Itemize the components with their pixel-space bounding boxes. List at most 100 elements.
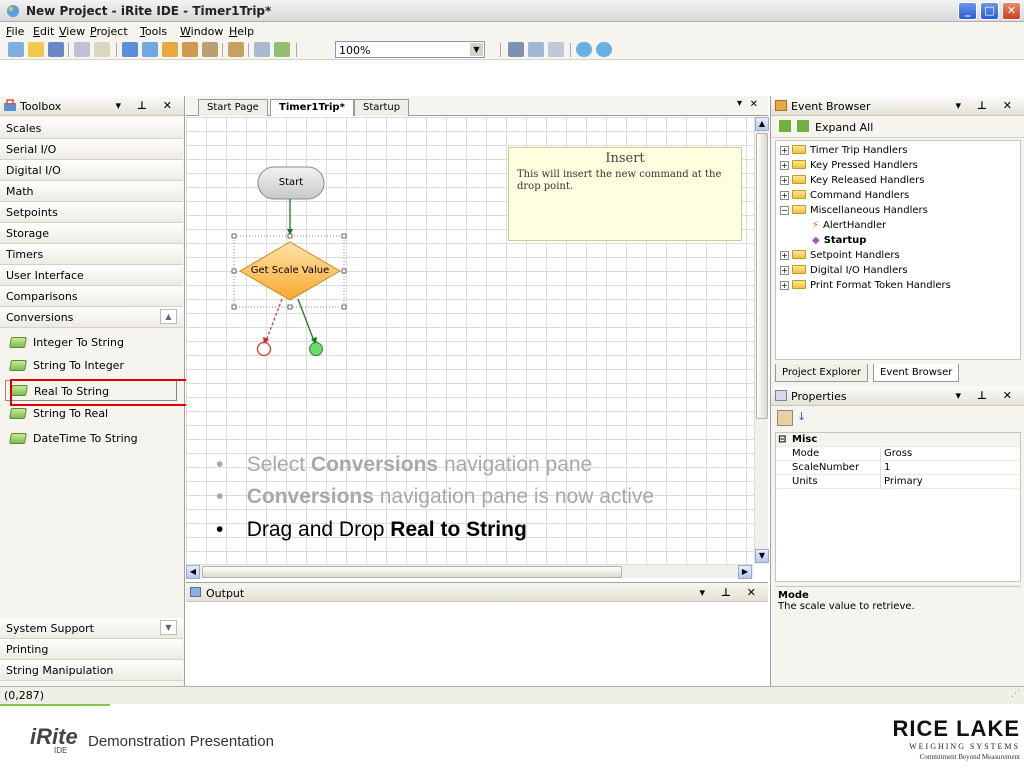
category-comparisons[interactable]: Comparisons <box>0 286 183 307</box>
tree-node-key-released[interactable]: + Key Released Handlers <box>780 175 925 187</box>
maximize-button[interactable]: □ <box>980 2 999 20</box>
tree-node-timer-trip[interactable]: + Timer Trip Handlers <box>780 145 907 157</box>
document-close-icon[interactable]: ✕ <box>750 99 758 110</box>
panel-controls[interactable]: ▾ ⊥ ✕ <box>956 99 1018 112</box>
horizontal-scrollbar[interactable]: ◀ ▶ <box>186 564 754 579</box>
tab-event-browser[interactable]: Event Browser <box>873 364 960 382</box>
menu-edit[interactable]: Edit <box>33 25 54 38</box>
collapse-all-icon[interactable] <box>779 120 791 132</box>
property-value[interactable]: 1 <box>884 462 890 473</box>
scroll-up-icon[interactable]: ▲ <box>755 117 769 131</box>
false-endpoint[interactable] <box>256 341 272 357</box>
property-row-scalenumber[interactable]: ScaleNumber 1 <box>776 461 1020 475</box>
upload-icon[interactable] <box>228 42 244 57</box>
menu-window[interactable]: Window <box>180 25 223 38</box>
scroll-down-icon[interactable]: ▼ <box>755 549 769 563</box>
menu-help[interactable]: Help <box>229 25 254 38</box>
property-row-units[interactable]: Units Primary <box>776 475 1020 489</box>
category-digital-io[interactable]: Digital I/O <box>0 160 183 181</box>
panel-controls[interactable]: ▾ ⊥ ✕ <box>956 389 1018 402</box>
tree-node-print-format[interactable]: + Print Format Token Handlers <box>780 280 951 292</box>
collapse-icon[interactable]: − <box>780 206 789 215</box>
redo-icon[interactable] <box>596 42 612 57</box>
menu-project[interactable]: Project <box>90 25 128 38</box>
paste-icon[interactable] <box>548 42 564 57</box>
expand-all-label[interactable]: Expand All <box>815 121 873 134</box>
tree-node-setpoint[interactable]: + Setpoint Handlers <box>780 250 900 262</box>
resize-grip-icon[interactable]: ⋰ <box>1011 689 1020 699</box>
menu-file[interactable]: File <box>6 25 24 38</box>
menu-tools[interactable]: Tools <box>140 25 167 38</box>
scroll-thumb[interactable] <box>202 566 622 578</box>
category-string-manipulation[interactable]: String Manipulation <box>0 660 183 681</box>
expand-icon[interactable]: + <box>780 281 789 290</box>
property-value[interactable]: Gross <box>884 448 912 459</box>
expand-icon[interactable]: + <box>780 161 789 170</box>
category-storage[interactable]: Storage <box>0 223 183 244</box>
tree-node-digital-io[interactable]: + Digital I/O Handlers <box>780 265 908 277</box>
chevron-down-icon[interactable]: ▼ <box>160 620 177 635</box>
tree-node-startup[interactable]: ◆ Startup <box>812 235 866 247</box>
toolbox-icon[interactable] <box>122 42 138 57</box>
scroll-left-icon[interactable]: ◀ <box>186 565 200 579</box>
new-project-icon[interactable] <box>8 42 24 57</box>
categorized-icon[interactable] <box>777 410 793 426</box>
category-serial-io[interactable]: Serial I/O <box>0 139 183 160</box>
copy-icon[interactable] <box>528 42 544 57</box>
tool-string-to-real[interactable]: String To Real <box>0 403 183 424</box>
property-section-misc[interactable]: ⊟ Misc <box>776 433 1020 447</box>
category-setpoints[interactable]: Setpoints <box>0 202 183 223</box>
tab-list-icon[interactable]: ▾ <box>737 98 742 109</box>
zoom-select[interactable]: 100% ▼ <box>335 41 485 58</box>
category-printing[interactable]: Printing <box>0 639 183 660</box>
collapse-icon[interactable]: ⊟ <box>778 434 786 445</box>
tab-start-page[interactable]: Start Page <box>198 99 268 116</box>
open-icon[interactable] <box>28 42 44 57</box>
grid-icon[interactable] <box>274 42 290 57</box>
chevron-down-icon[interactable]: ▼ <box>470 43 483 56</box>
expand-all-icon[interactable] <box>797 120 809 132</box>
scroll-right-icon[interactable]: ▶ <box>738 565 752 579</box>
compile-icon[interactable] <box>182 42 198 57</box>
panel-controls[interactable]: ▾ ⊥ ✕ <box>116 99 178 112</box>
scroll-thumb[interactable] <box>756 133 768 419</box>
category-conversions[interactable]: Conversions ▲ <box>0 307 183 328</box>
category-system-support[interactable]: System Support ▼ <box>0 618 183 639</box>
vertical-scrollbar[interactable]: ▲ ▼ <box>754 117 769 564</box>
tool-datetime-to-string[interactable]: DateTime To String <box>0 428 183 449</box>
expand-icon[interactable]: + <box>780 266 789 275</box>
expand-icon[interactable]: + <box>780 146 789 155</box>
property-value[interactable]: Primary <box>884 476 923 487</box>
tree-node-key-pressed[interactable]: + Key Pressed Handlers <box>780 160 918 172</box>
tree-node-alert-handler[interactable]: ⚡ AlertHandler <box>812 220 886 232</box>
menu-view[interactable]: View <box>59 25 85 38</box>
print-icon[interactable] <box>74 42 90 57</box>
cut-icon[interactable] <box>508 42 524 57</box>
tab-startup[interactable]: Startup <box>354 99 410 116</box>
tree-node-miscellaneous[interactable]: − Miscellaneous Handlers <box>780 205 928 217</box>
minimize-button[interactable]: _ <box>958 2 977 20</box>
category-user-interface[interactable]: User Interface <box>0 265 183 286</box>
panel-controls[interactable]: ▾ ⊥ ✕ <box>700 586 762 599</box>
close-button[interactable]: ✕ <box>1002 2 1021 20</box>
expand-icon[interactable]: + <box>780 251 789 260</box>
event-browser-icon[interactable] <box>162 42 178 57</box>
save-icon[interactable] <box>48 42 64 57</box>
expand-icon[interactable]: + <box>780 176 789 185</box>
category-scales[interactable]: Scales <box>0 118 183 139</box>
tool-integer-to-string[interactable]: Integer To String <box>0 332 183 353</box>
property-row-mode[interactable]: Mode Gross <box>776 447 1020 461</box>
sort-alpha-icon[interactable]: ↓ <box>797 410 806 423</box>
project-explorer-icon[interactable] <box>142 42 158 57</box>
chevron-up-icon[interactable]: ▲ <box>160 309 177 324</box>
tab-project-explorer[interactable]: Project Explorer <box>775 364 869 382</box>
true-endpoint[interactable] <box>309 342 323 356</box>
expand-icon[interactable]: + <box>780 191 789 200</box>
deploy-icon[interactable] <box>202 42 218 57</box>
preview-icon[interactable] <box>94 42 110 57</box>
list-icon[interactable] <box>254 42 270 57</box>
flowchart-canvas[interactable]: Start Get Scale Value Insert This will i… <box>186 117 754 564</box>
tab-timer1trip[interactable]: Timer1Trip* <box>270 99 354 116</box>
tool-string-to-integer[interactable]: String To Integer <box>0 355 183 376</box>
tree-node-command[interactable]: + Command Handlers <box>780 190 909 202</box>
